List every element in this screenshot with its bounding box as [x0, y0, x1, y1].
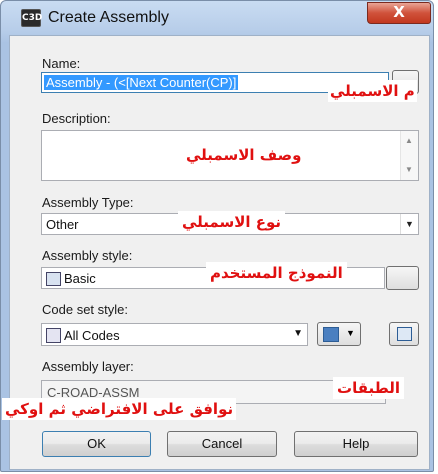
- assembly-layer-annotation: الطبقات: [333, 377, 405, 399]
- civil3d-app-icon: C3D: [21, 9, 42, 27]
- assembly-style-icon: [46, 272, 61, 286]
- code-set-style-select[interactable]: All Codes ▼: [41, 323, 308, 346]
- code-set-icon: [46, 328, 61, 343]
- dialog-body: Name: Assembly - (<[Next Counter(CP)] م …: [2, 35, 430, 470]
- assembly-type-label: Assembly Type:: [42, 195, 134, 210]
- edit-style-icon: [323, 327, 339, 342]
- assembly-style-edit-button[interactable]: [386, 266, 419, 290]
- chevron-down-icon: ▼: [346, 328, 355, 338]
- scroll-down-icon[interactable]: ▼: [405, 165, 413, 174]
- name-value: Assembly - (<[Next Counter(CP)]: [44, 75, 239, 90]
- description-scrollbar[interactable]: ▲ ▼: [400, 131, 418, 180]
- assembly-type-annotation: نوع الاسمبلي: [178, 211, 286, 233]
- chevron-down-icon[interactable]: ▼: [293, 328, 303, 339]
- code-set-style-label: Code set style:: [42, 302, 128, 317]
- assembly-type-value: Other: [46, 217, 79, 232]
- code-set-edit-button[interactable]: ▼: [317, 322, 361, 346]
- help-button[interactable]: Help: [294, 431, 418, 457]
- create-assembly-dialog: C3D Create Assembly X Name: Assembly - (…: [0, 0, 434, 472]
- scroll-up-icon[interactable]: ▲: [405, 136, 413, 145]
- cancel-button[interactable]: Cancel: [167, 431, 277, 457]
- code-set-preview-button[interactable]: [389, 322, 419, 346]
- name-annotation: م الاسمبلي: [328, 80, 417, 102]
- code-set-style-value: All Codes: [64, 328, 120, 343]
- footer-annotation: نوافق على الافتراضي ثم اوكي: [2, 398, 237, 420]
- ok-button[interactable]: OK: [42, 431, 151, 457]
- description-annotation: وصف الاسمبلي: [182, 144, 306, 166]
- assembly-style-annotation: النموذج المستخدم: [206, 262, 347, 284]
- close-icon: X: [393, 3, 405, 21]
- title-bar[interactable]: C3D Create Assembly X: [1, 1, 433, 35]
- chevron-down-icon[interactable]: ▼: [400, 214, 418, 234]
- assembly-style-label: Assembly style:: [42, 248, 133, 263]
- dialog-title: Create Assembly: [48, 9, 169, 26]
- assembly-layer-label: Assembly layer:: [42, 359, 134, 374]
- close-button[interactable]: X: [367, 2, 431, 24]
- preview-icon: [397, 327, 412, 341]
- description-label: Description:: [42, 111, 111, 126]
- assembly-style-value: Basic: [64, 271, 96, 286]
- name-label: Name:: [42, 56, 81, 71]
